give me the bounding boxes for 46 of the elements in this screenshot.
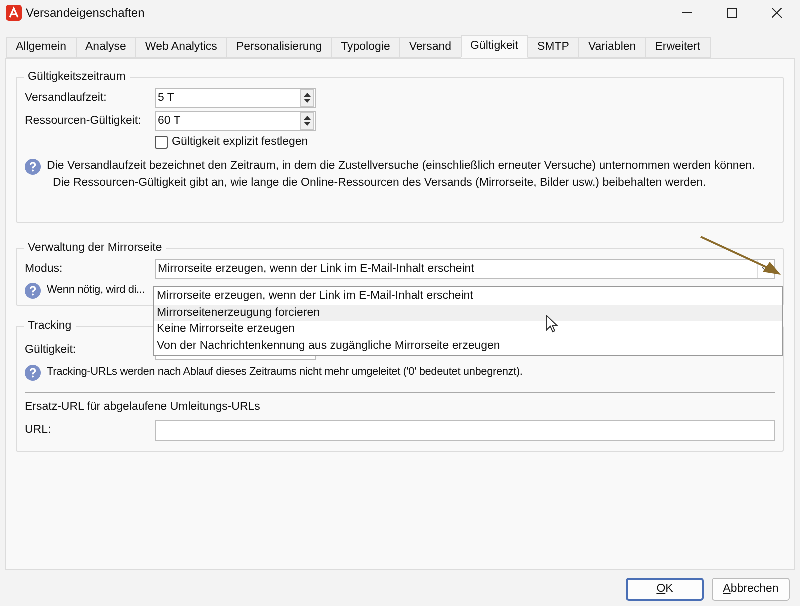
spin-buttons[interactable] — [300, 112, 314, 130]
dialog-button[interactable]: Abbrechen — [712, 578, 790, 601]
mode-select[interactable]: Mirrorseite erzeugen, wenn der Link im E-Mail-Inhalt erscheint — [155, 259, 775, 280]
field-label: Modus: — [25, 262, 64, 277]
field-label: URL: — [25, 422, 52, 438]
field-label: Versandlaufzeit: — [25, 90, 108, 106]
spin-buttons[interactable] — [300, 89, 314, 108]
tab[interactable]: Personalisierung — [226, 37, 332, 58]
down-arrow-icon — [304, 122, 310, 126]
tab[interactable]: Allgemein — [6, 37, 76, 58]
close-icon[interactable] — [772, 8, 782, 18]
help-icon — [25, 365, 41, 382]
help-text: Die Versandlaufzeit bezeichnet den Zeitraum, in dem die Zustellversuche (einschließlich erneuter Versuche) unternommen werden können. — [47, 158, 756, 174]
tab[interactable]: Variablen — [578, 37, 646, 58]
field-label: Gültigkeit: — [25, 342, 78, 358]
tab[interactable]: Gültigkeit — [460, 35, 528, 58]
up-arrow-icon — [304, 116, 310, 120]
down-arrow-icon — [304, 99, 310, 104]
checkbox-label: Gültigkeit explizit festlegen — [172, 135, 308, 150]
help-text: Tracking-URLs werden nach Ablauf dieses Zeitraums nicht mehr umgeleitet ('0' bedeutet unbegrenzt). — [47, 366, 523, 378]
help-icon — [25, 283, 41, 300]
number-field[interactable]: 5 T — [155, 88, 316, 108]
dropdown-option[interactable]: Keine Mirrorseite erzeugen — [154, 321, 782, 338]
checkbox[interactable] — [155, 136, 168, 150]
url-field[interactable] — [155, 420, 775, 441]
tab[interactable]: Web Analytics — [135, 37, 228, 58]
maximize-icon[interactable] — [727, 8, 737, 18]
number-field[interactable]: 60 T — [155, 111, 316, 132]
up-arrow-icon — [304, 93, 310, 98]
tab[interactable]: Analyse — [76, 37, 136, 58]
help-icon — [25, 158, 41, 174]
section-title: Ersatz-URL für abgelaufene Umleitungs-URLs — [25, 400, 260, 414]
tab[interactable]: Typologie — [331, 37, 400, 58]
dialog-button[interactable]: OK — [626, 578, 704, 601]
tab[interactable]: SMTP — [527, 37, 580, 58]
help-text: Die Ressourcen-Gültigkeit gibt an, wie lange die Online-Ressourcen des Versands (Mirrorseite, Bilder usw.) beibehalten werden. — [52, 176, 706, 191]
dropdown-option[interactable]: Von der Nachrichtenkennung aus zugängliche Mirrorseite erzeugen — [154, 338, 782, 354]
tab[interactable]: Versand — [399, 37, 462, 58]
help-text: Wenn nötig, wird di... — [47, 284, 146, 296]
field-label: Ressourcen-Gültigkeit: — [25, 114, 142, 129]
window-title: Versandeigenschaften — [26, 4, 145, 22]
dropdown-option[interactable]: Mirrorseitenerzeugung forcieren — [154, 304, 782, 321]
app-logo-icon — [6, 4, 22, 20]
mouse-cursor-icon — [546, 315, 558, 333]
tab[interactable]: Erweitert — [645, 37, 711, 58]
dropdown-option[interactable]: Mirrorseite erzeugen, wenn der Link im E-Mail-Inhalt erscheint — [154, 288, 782, 304]
